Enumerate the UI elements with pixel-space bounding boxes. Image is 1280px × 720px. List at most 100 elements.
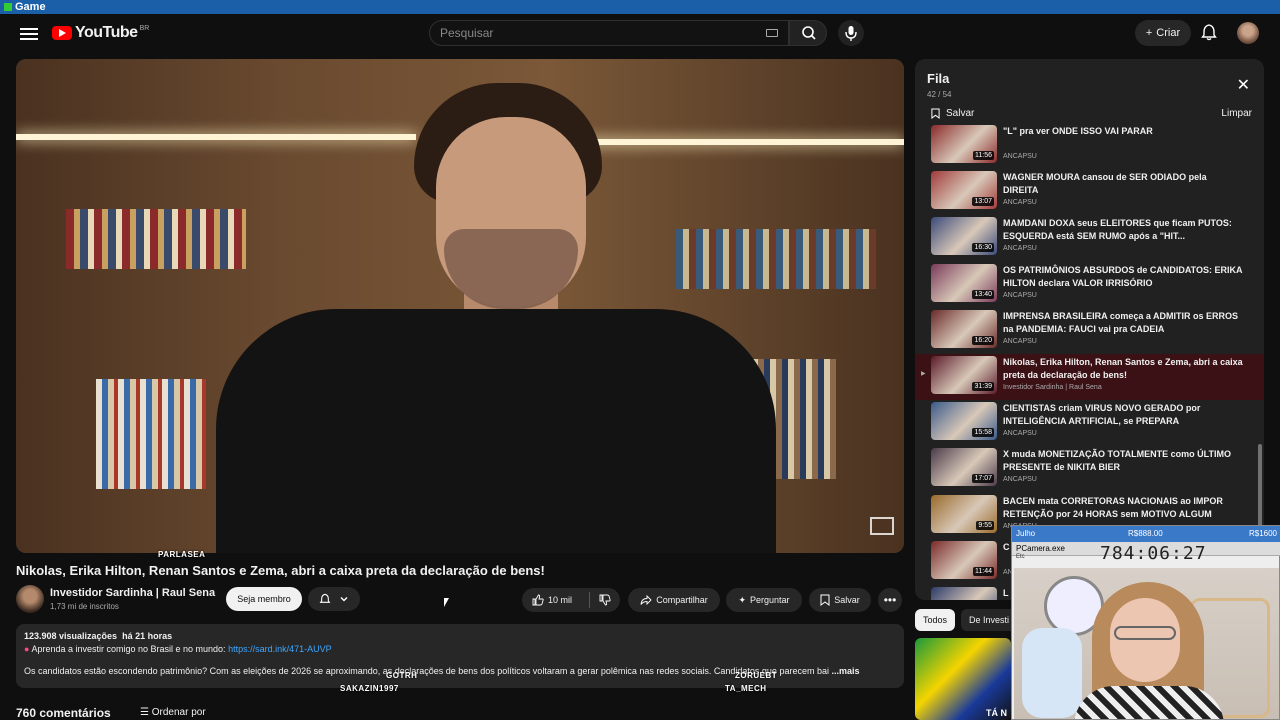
queue-item-title[interactable]: WAGNER MOURA cansou de SER ODIADO pela D… <box>1003 171 1243 197</box>
recommended-video-thumbnail[interactable]: TÁ N <box>915 638 1011 720</box>
search-input[interactable]: Pesquisar <box>429 20 789 46</box>
queue-thumbnail[interactable] <box>931 587 997 600</box>
queue-item-title[interactable]: MAMDANI DOXA seus ELEITORES que ficam PU… <box>1003 217 1243 243</box>
chip-channel[interactable]: De Investi <box>961 609 1018 631</box>
close-queue-icon[interactable]: ✕ <box>1237 75 1250 95</box>
queue-duration: 11:44 <box>973 566 994 576</box>
person-shirt <box>216 309 776 553</box>
queue-item[interactable]: 16:30 MAMDANI DOXA seus ELEITORES que fic… <box>915 215 1264 261</box>
bell-icon <box>319 593 331 603</box>
save-queue-label: Salvar <box>946 108 975 119</box>
video-player[interactable] <box>16 59 904 553</box>
queue-duration: 31:39 <box>972 382 994 391</box>
queue-item-channel: ANCAPSU <box>1003 245 1037 253</box>
queue-item-title[interactable]: CIENTISTAS criam VIRUS NOVO GERADO por I… <box>1003 402 1243 428</box>
queue-item[interactable]: ▶ 31:39 Nikolas, Erika Hilton, Renan Santo… <box>915 354 1264 400</box>
queue-item-title[interactable]: OS PATRIMÔNIOS ABSURDOS de CANDIDATOS: E… <box>1003 264 1243 290</box>
sort-comments-button[interactable]: ☰ Ordenar por <box>140 707 206 718</box>
save-button[interactable]: Salvar <box>809 588 871 612</box>
queue-item[interactable]: 15:58 CIENTISTAS criam VIRUS NOVO GERADO … <box>915 400 1264 446</box>
stream-overlay-name: GOTRH <box>386 671 418 680</box>
queue-thumbnail[interactable]: 13:07 <box>931 171 997 210</box>
view-count: 123.908 visualizações <box>24 631 118 641</box>
queue-duration: 15:58 <box>972 428 994 438</box>
queue-thumbnail[interactable]: 31:39 <box>931 356 997 394</box>
queue-title: Fila <box>927 71 950 86</box>
queue-item[interactable]: 13:07 WAGNER MOURA cansou de SER ODIADO p… <box>915 169 1264 215</box>
ask-button[interactable]: ✦ Perguntar <box>726 588 802 612</box>
description-link[interactable]: https://sard.ink/471-AUVP <box>228 644 332 654</box>
chair <box>1022 628 1082 718</box>
search-button[interactable] <box>789 20 827 46</box>
create-button[interactable]: + Criar <box>1135 20 1191 46</box>
logo-text: YouTube <box>75 24 138 41</box>
queue-thumbnail[interactable]: 13:40 <box>931 263 997 302</box>
queue-item-title[interactable]: "L" pra ver ONDE ISSO VAI PARAR <box>1003 125 1243 138</box>
chip-todos[interactable]: Todos <box>915 609 956 631</box>
queue-thumbnail[interactable]: 16:30 <box>931 217 997 256</box>
thumbs-down-icon <box>599 594 611 606</box>
queue-thumbnail[interactable]: 11:44 <box>931 540 997 579</box>
channel-avatar[interactable] <box>16 585 44 613</box>
window-title: Game <box>15 1 46 13</box>
ask-label: Perguntar <box>750 595 790 605</box>
streamer-shirt <box>1074 686 1224 719</box>
books <box>96 379 206 489</box>
keyboard-icon[interactable] <box>766 29 778 37</box>
webcam-overlay: Julho R$888.00 R$1600 PCamera.exe Etc 78… <box>1011 525 1280 720</box>
hamburger-menu-icon[interactable] <box>20 25 38 43</box>
webcam-money-1: R$888.00 <box>1128 529 1163 538</box>
queue-item-title[interactable]: IMPRENSA BRASILEIRA começa a ADMITIR os … <box>1003 310 1243 336</box>
region-code: BR <box>139 24 150 32</box>
queue-item-channel: ANCAPSU <box>1003 153 1037 160</box>
microphone-icon <box>845 26 857 41</box>
queue-item-channel: ANCAPSU <box>1003 476 1037 484</box>
queue-item-channel: ANCAPSU <box>1003 199 1037 207</box>
clear-queue-button[interactable]: Limpar <box>1221 108 1252 119</box>
description-text: Os candidatos estão escondendo patrimôni… <box>24 666 829 676</box>
queue-item-title[interactable]: X muda MONETIZAÇÃO TOTALMENTE como ÚLTIM… <box>1003 448 1243 474</box>
queue-item-title[interactable]: Nikolas, Erika Hilton, Renan Santos e Ze… <box>1003 356 1243 382</box>
voice-search-button[interactable] <box>838 20 864 46</box>
queue-duration: 11:56 <box>973 151 994 160</box>
queue-item[interactable]: 11:56 "L" pra ver ONDE ISSO VAI PARAR ANCA… <box>915 125 1264 169</box>
queue-thumbnail[interactable]: 15:58 <box>931 402 997 441</box>
topbar: YouTube BR Pesquisar + Criar <box>0 14 1280 54</box>
thumbnail-text: TÁ N <box>986 708 1007 718</box>
stream-overlay-name: PARLASEA <box>158 550 206 559</box>
queue-thumbnail[interactable]: 17:07 <box>931 448 997 487</box>
queue-item[interactable]: 13:40 OS PATRIMÔNIOS ABSURDOS de CANDIDAT… <box>915 262 1264 308</box>
show-more-link[interactable]: ...mais <box>831 666 859 676</box>
queue-thumbnail[interactable]: 9:55 <box>931 494 997 533</box>
channel-name[interactable]: Investidor Sardinha | Raul Sena <box>50 587 215 599</box>
queue-duration: 16:30 <box>972 243 994 253</box>
join-membership-button[interactable]: Seja membro <box>226 587 302 611</box>
account-avatar[interactable] <box>1237 22 1259 44</box>
share-label: Compartilhar <box>656 595 708 605</box>
subscription-notifications-button[interactable] <box>308 587 360 611</box>
webcam-money-2: R$1600 <box>1248 529 1277 538</box>
youtube-logo[interactable]: YouTube BR <box>52 24 149 42</box>
more-horizontal-icon: ••• <box>883 593 897 607</box>
queue-item[interactable]: 17:07 X muda MONETIZAÇÃO TOTALMENTE como … <box>915 446 1264 492</box>
notifications-bell-icon[interactable] <box>1200 23 1218 41</box>
queue-thumbnail[interactable]: 16:20 <box>931 309 997 348</box>
miniplayer-icon[interactable] <box>870 517 894 535</box>
window-titlebar: Game <box>0 0 1280 14</box>
chevron-down-icon <box>340 597 348 602</box>
more-actions-button[interactable]: ••• <box>878 588 902 612</box>
save-queue-button[interactable]: Salvar <box>931 108 974 119</box>
upload-age: há 21 horas <box>122 631 173 641</box>
queue-duration: 13:07 <box>972 197 994 207</box>
search-icon <box>802 26 816 40</box>
queue-item-channel: ANCAPSU <box>1003 337 1037 345</box>
share-button[interactable]: Compartilhar <box>628 588 720 612</box>
queue-thumbnail[interactable]: 11:56 <box>931 125 997 163</box>
queue-item-channel: ANCAPSU <box>1003 430 1037 438</box>
sort-label: Ordenar por <box>151 707 206 718</box>
queue-item[interactable]: 16:20 IMPRENSA BRASILEIRA começa a ADMITI… <box>915 308 1264 354</box>
dislike-button[interactable] <box>590 588 620 612</box>
queue-item-title[interactable]: BACEN mata CORRETORAS NACIONAIS ao IMPOR… <box>1003 495 1243 521</box>
create-label: Criar <box>1156 27 1181 39</box>
subscriber-count: 1,73 mi de inscritos <box>50 602 119 611</box>
